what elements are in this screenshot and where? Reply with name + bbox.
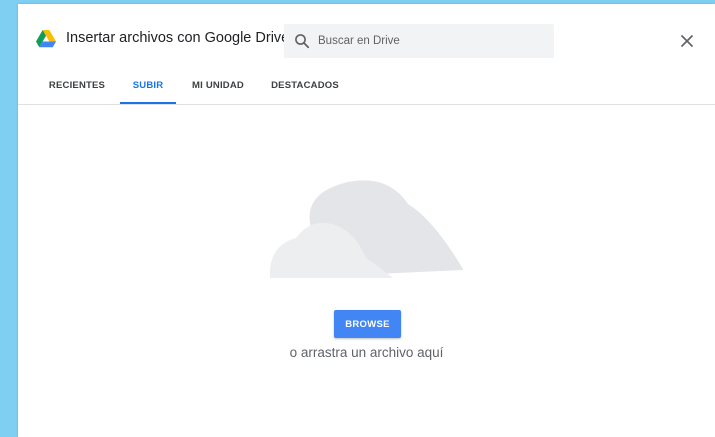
tab-bar: RECIENTES SUBIR MI UNIDAD DESTACADOS [18,74,715,105]
tab-destacados[interactable]: DESTACADOS [265,74,345,104]
tab-mi-unidad[interactable]: MI UNIDAD [181,74,255,104]
search-icon [295,34,310,49]
browse-button[interactable]: BROWSE [334,310,401,338]
close-icon[interactable] [678,32,696,50]
google-drive-icon [36,30,56,48]
drop-hint: o arrastra un archivo aquí [289,345,444,360]
search-input[interactable] [318,31,538,51]
tab-subir[interactable]: SUBIR [120,74,176,104]
cloud-icon [269,180,463,278]
tab-recientes[interactable]: RECIENTES [43,74,111,104]
search-box[interactable] [284,24,554,58]
dialog-title: Insertar archivos con Google Drive [66,30,290,46]
dialog-header: Insertar archivos con Google Drive [18,4,715,74]
drive-picker-dialog: Insertar archivos con Google Drive RECIE… [18,4,715,437]
